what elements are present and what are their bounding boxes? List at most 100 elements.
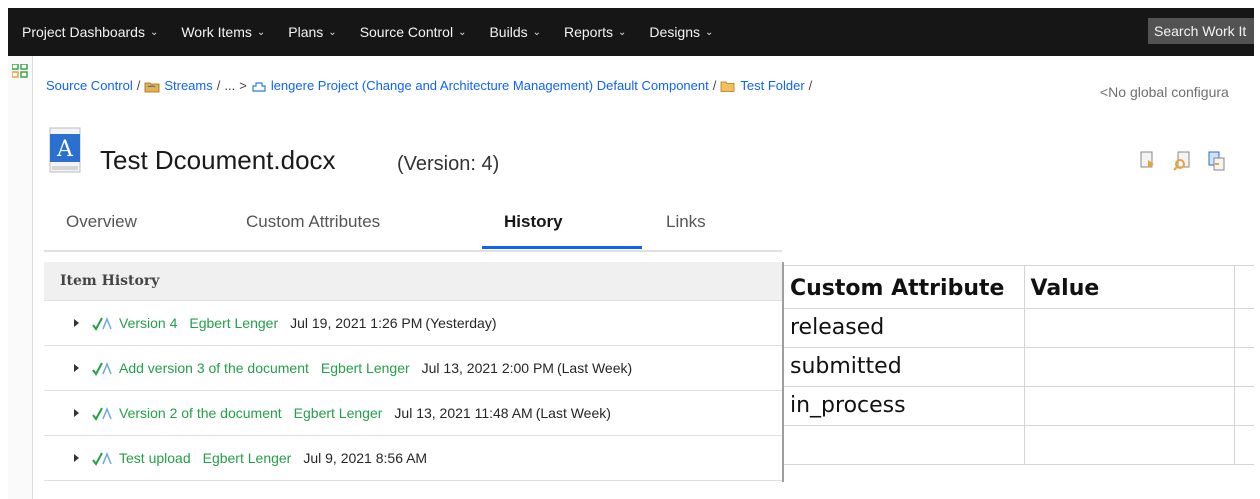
chevron-down-icon: ⌄ <box>149 26 159 38</box>
nav-label: Project Dashboards <box>22 24 145 40</box>
sheet-row: submitted <box>784 347 1254 387</box>
breadcrumb-separator: / <box>136 78 141 93</box>
chevron-down-icon: ⌄ <box>618 26 627 38</box>
nav-builds[interactable]: Builds ⌄ <box>475 8 550 56</box>
custom-attribute-sheet: Custom Attribute Value released submitte… <box>782 262 1254 482</box>
expand-triangle-icon[interactable] <box>74 409 79 417</box>
search-work-items-input[interactable]: Search Work It <box>1148 18 1254 44</box>
sheet-cell[interactable] <box>1024 308 1235 348</box>
sheet-cell[interactable] <box>1024 347 1235 387</box>
search-document-icon[interactable] <box>1172 150 1192 172</box>
sheet-cell[interactable] <box>1234 266 1254 309</box>
breadcrumb-folder[interactable]: Test Folder <box>740 78 804 93</box>
history-relative-date: (Last Week) <box>535 405 611 421</box>
compare-icon[interactable] <box>1206 150 1226 172</box>
change-set-icon <box>92 361 112 376</box>
change-set-icon <box>92 316 112 331</box>
history-date: Jul 13, 2021 2:00 PM <box>421 360 554 376</box>
breadcrumb: Source Control / Streams / ... > lengere… <box>46 78 816 93</box>
chevron-down-icon: ⌄ <box>458 26 467 38</box>
left-rail <box>8 56 33 499</box>
nav-designs[interactable]: Designs ⌄ <box>635 8 722 56</box>
component-icon <box>252 81 266 92</box>
history-entry-link[interactable]: Test upload <box>119 450 191 466</box>
streams-icon <box>144 82 160 92</box>
sheet-cell[interactable] <box>1024 425 1235 465</box>
expand-triangle-icon[interactable] <box>74 319 79 327</box>
history-row: Version 4 Egbert Lenger Jul 19, 2021 1:2… <box>44 301 782 346</box>
breadcrumb-arrow: > <box>239 78 247 93</box>
item-history-panel: Item History Version 4 Egbert Lenger Jul… <box>44 262 782 482</box>
nav-label: Work Items <box>181 24 252 40</box>
history-relative-date: (Last Week) <box>556 360 633 376</box>
breadcrumb-component[interactable]: lengere Project (Change and Architecture… <box>271 78 709 93</box>
tab-history[interactable]: History <box>504 212 563 232</box>
history-entry-link[interactable]: Add version 3 of the document <box>119 360 309 376</box>
nav-label: Reports <box>564 24 614 40</box>
sheet-cell[interactable] <box>1234 386 1254 426</box>
change-set-icon <box>92 406 112 421</box>
sheet-header-cell[interactable]: Value <box>1024 266 1235 309</box>
tab-custom-attributes[interactable]: Custom Attributes <box>246 212 380 232</box>
history-relative-date: (Yesterday) <box>425 315 497 331</box>
item-history-header: Item History <box>44 262 782 301</box>
nav-label: Designs <box>649 24 701 40</box>
svg-text:A: A <box>56 137 74 162</box>
sheet-row <box>784 425 1254 465</box>
history-date: Jul 19, 2021 1:26 PM <box>290 315 423 331</box>
nav-label: Source Control <box>359 24 454 40</box>
nav-reports[interactable]: Reports ⌄ <box>550 8 635 56</box>
expand-triangle-icon[interactable] <box>74 454 79 462</box>
grid-icon[interactable] <box>12 64 28 78</box>
sheet-cell[interactable] <box>1234 308 1254 348</box>
nav-plans[interactable]: Plans ⌄ <box>274 8 345 56</box>
sheet-cell[interactable] <box>1234 347 1254 387</box>
history-row: Version 2 of the document Egbert Lenger … <box>44 391 782 436</box>
breadcrumb-streams[interactable]: Streams <box>164 78 212 93</box>
history-date: Jul 9, 2021 8:56 AM <box>303 450 428 466</box>
history-author-link[interactable]: Egbert Lenger <box>321 360 410 376</box>
breadcrumb-ellipsis[interactable]: ... <box>224 78 235 93</box>
nav-project-dashboards[interactable]: Project Dashboards ⌄ <box>8 8 167 56</box>
nav-work-items[interactable]: Work Items ⌄ <box>167 8 274 56</box>
tab-links[interactable]: Links <box>666 212 706 232</box>
active-tab-indicator <box>482 246 642 249</box>
sheet-cell[interactable] <box>1234 425 1254 465</box>
sheet-cell[interactable]: in_process <box>784 386 1025 426</box>
chevron-down-icon: ⌄ <box>328 26 337 38</box>
history-entry-link[interactable]: Version 4 <box>119 315 177 331</box>
chevron-down-icon: ⌄ <box>532 26 541 38</box>
action-toolbar <box>1138 150 1226 172</box>
sheet-header-row: Custom Attribute Value <box>784 266 1254 309</box>
history-date: Jul 13, 2021 11:48 AM <box>394 405 533 421</box>
sheet-cell[interactable] <box>1024 386 1235 426</box>
history-row: Test upload Egbert Lenger Jul 9, 2021 8:… <box>44 436 782 481</box>
chevron-down-icon: ⌄ <box>256 26 266 38</box>
history-author-link[interactable]: Egbert Lenger <box>189 315 278 331</box>
tab-overview[interactable]: Overview <box>66 212 137 232</box>
version-label: (Version: 4) <box>397 153 500 175</box>
breadcrumb-separator: / <box>808 78 813 93</box>
page-title: Test Dcoument.docx <box>100 145 336 175</box>
history-author-link[interactable]: Egbert Lenger <box>203 450 292 466</box>
word-document-icon: A <box>49 127 81 173</box>
sheet-cell[interactable] <box>784 425 1025 465</box>
nav-source-control[interactable]: Source Control ⌄ <box>346 8 476 56</box>
global-configuration-label[interactable]: <No global configura <box>1100 84 1229 100</box>
history-author-link[interactable]: Egbert Lenger <box>294 405 383 421</box>
sheet-cell[interactable]: released <box>784 308 1025 348</box>
breadcrumb-source-control[interactable]: Source Control <box>46 78 133 93</box>
download-icon[interactable] <box>1138 150 1158 172</box>
chevron-down-icon: ⌄ <box>705 26 714 38</box>
nav-label: Builds <box>489 24 528 40</box>
breadcrumb-separator: / <box>712 78 717 93</box>
history-entry-link[interactable]: Version 2 of the document <box>119 405 282 421</box>
sheet-row: in_process <box>784 386 1254 426</box>
sheet-header-cell[interactable]: Custom Attribute <box>784 266 1025 309</box>
expand-triangle-icon[interactable] <box>74 364 79 372</box>
custom-attribute-table: Custom Attribute Value released submitte… <box>784 266 1254 465</box>
breadcrumb-separator: / <box>216 78 221 93</box>
sheet-cell[interactable]: submitted <box>784 347 1025 387</box>
history-row: Add version 3 of the document Egbert Len… <box>44 346 782 391</box>
top-nav-bar: Project Dashboards ⌄ Work Items ⌄ Plans ⌄ S… <box>8 8 1254 56</box>
